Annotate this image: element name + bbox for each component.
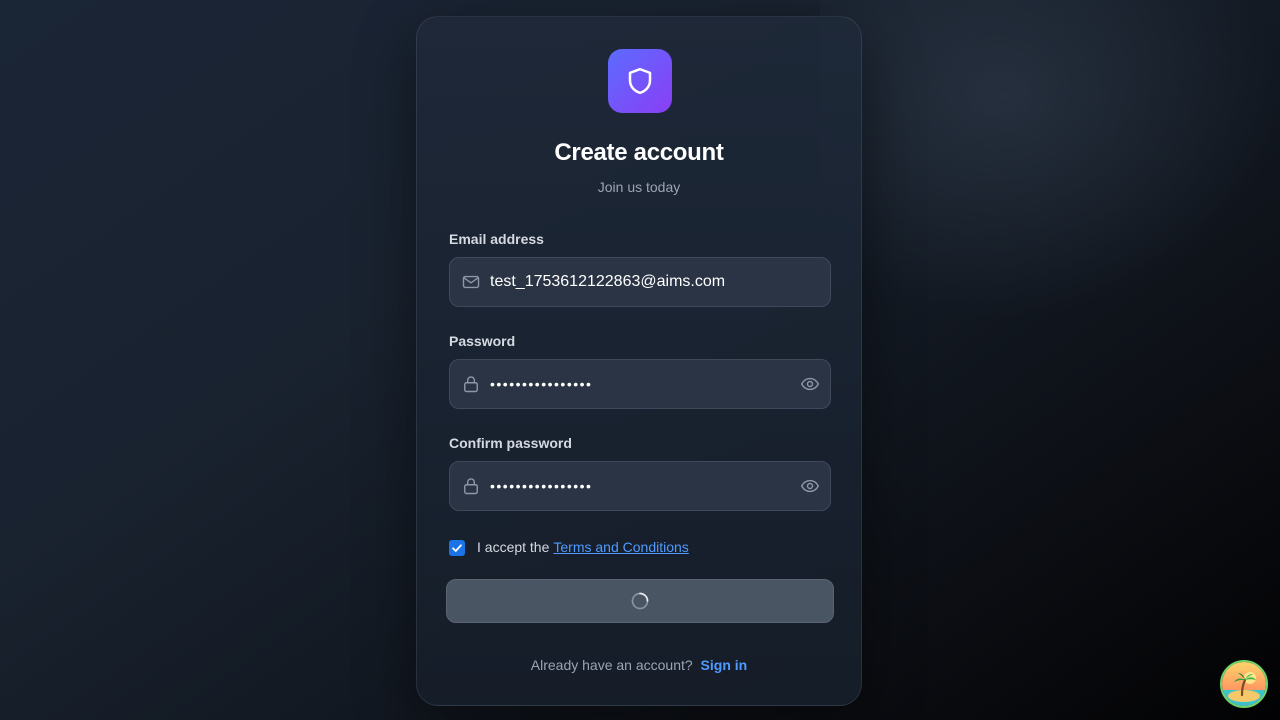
- terms-row: I accept the Terms and Conditions: [449, 537, 689, 557]
- password-field-container: [449, 359, 831, 409]
- password-label: Password: [449, 333, 516, 349]
- shield-icon: [628, 67, 652, 95]
- avatar[interactable]: [1220, 660, 1268, 708]
- create-account-button[interactable]: [446, 579, 834, 623]
- eye-icon[interactable]: [800, 476, 820, 496]
- signup-card: Create account Join us today Email addre…: [416, 16, 862, 706]
- email-field-container: [449, 257, 831, 307]
- confirm-password-field-container: [449, 461, 831, 511]
- background-glow: [820, 0, 1280, 320]
- terms-link[interactable]: Terms and Conditions: [553, 539, 688, 555]
- mail-icon: [462, 275, 480, 289]
- signin-row: Already have an account? Sign in: [417, 657, 861, 673]
- page-title: Create account: [554, 139, 724, 166]
- eye-icon[interactable]: [800, 374, 820, 394]
- confirm-password-input[interactable]: [490, 462, 790, 510]
- signin-link[interactable]: Sign in: [701, 657, 748, 673]
- app-logo: [608, 49, 672, 113]
- terms-text: I accept the: [477, 539, 550, 555]
- beach-island-icon: [1222, 662, 1266, 706]
- email-input[interactable]: [490, 258, 790, 306]
- terms-checkbox[interactable]: [449, 540, 465, 556]
- lock-icon: [464, 376, 478, 393]
- password-input[interactable]: [490, 360, 790, 408]
- email-label: Email address: [449, 231, 544, 247]
- lock-icon: [464, 478, 478, 495]
- signin-question: Already have an account?: [530, 657, 693, 673]
- spinner-icon: [631, 592, 649, 610]
- confirm-password-label: Confirm password: [449, 435, 572, 451]
- checkmark-icon: [452, 544, 462, 552]
- page-subtitle: Join us today: [597, 179, 681, 195]
